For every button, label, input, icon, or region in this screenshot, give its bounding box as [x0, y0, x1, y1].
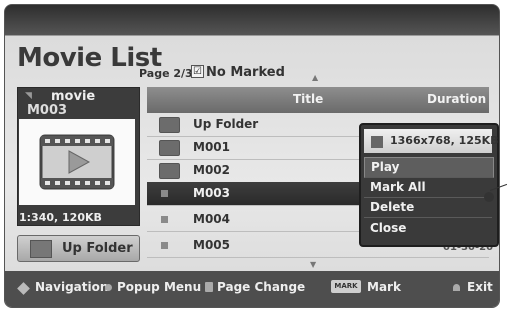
- menu-item-delete[interactable]: Delete: [364, 198, 492, 218]
- footer-exit: Exit: [467, 280, 493, 294]
- footer-page-change: Page Change: [217, 280, 306, 294]
- menu-item-label: Delete: [370, 200, 415, 214]
- list-item-label: M004: [193, 212, 230, 226]
- preview-file-name: M003: [27, 103, 68, 118]
- menu-item-label: Mark All: [370, 180, 426, 194]
- preview-resolution: 1:340, 120KB: [19, 211, 102, 224]
- popup-file-info: 1366x768, 125KB: [390, 134, 499, 147]
- footer-bar: Navigation Popup Menu Page Change MARK M…: [5, 271, 499, 307]
- footer-mark: Mark: [367, 280, 401, 294]
- list-item-label: M001: [193, 140, 230, 154]
- preview-thumbnail: [19, 119, 135, 205]
- page-change-icon: [205, 282, 213, 292]
- popup-menu: 1366x768, 125KB Play Mark All Delete Clo…: [359, 123, 499, 247]
- list-item-label: M002: [193, 163, 230, 177]
- scroll-up-icon[interactable]: ▲: [312, 73, 318, 82]
- footer-navigation: Navigation: [35, 280, 109, 294]
- menu-item-close[interactable]: Close: [364, 219, 492, 238]
- movie-list-panel: Movie List Page 2/3 ☑ No Marked ▲ ◥ movi…: [4, 4, 500, 308]
- top-band: [5, 5, 499, 35]
- column-duration: Duration: [427, 92, 487, 106]
- menu-item-label: Play: [371, 160, 400, 174]
- menu-item-label: Close: [370, 221, 407, 235]
- current-folder-name: movie: [51, 89, 96, 104]
- up-folder-icon: [30, 240, 52, 258]
- menu-item-play[interactable]: Play: [364, 157, 494, 178]
- popup-info-bar: 1366x768, 125KB: [364, 129, 499, 153]
- list-item-label: M003: [193, 186, 230, 200]
- marked-status: No Marked: [206, 65, 285, 80]
- callout-dot: [484, 192, 494, 202]
- list-item-label: Up Folder: [193, 117, 259, 131]
- file-icon: [161, 190, 168, 197]
- list-item-label: M005: [193, 238, 230, 252]
- exit-icon: [453, 284, 460, 291]
- file-icon: [161, 216, 168, 223]
- checkbox-icon: ☑: [191, 65, 204, 78]
- up-folder-icon: [159, 117, 180, 133]
- mark-badge-icon: MARK: [331, 280, 361, 293]
- up-folder-button-label: Up Folder: [62, 241, 133, 256]
- folder-small-icon: ◥: [25, 91, 32, 101]
- film-reel-icon: [39, 134, 115, 190]
- folder-icon: [159, 163, 180, 179]
- file-icon: [161, 242, 168, 249]
- file-info-icon: [371, 136, 383, 148]
- scroll-down-icon[interactable]: ▼: [310, 260, 316, 269]
- footer-popup-menu: Popup Menu: [117, 280, 202, 294]
- column-title: Title: [293, 92, 324, 106]
- menu-item-mark-all[interactable]: Mark All: [364, 178, 492, 198]
- list-header: Title Duration: [147, 87, 489, 113]
- folder-icon: [159, 140, 180, 156]
- up-folder-button[interactable]: Up Folder: [17, 235, 140, 262]
- popup-menu-icon: [105, 284, 112, 291]
- navigation-icon: [17, 282, 30, 295]
- page-indicator: Page 2/3: [139, 67, 193, 80]
- tv-screen: Movie List Page 2/3 ☑ No Marked ▲ ◥ movi…: [0, 0, 508, 311]
